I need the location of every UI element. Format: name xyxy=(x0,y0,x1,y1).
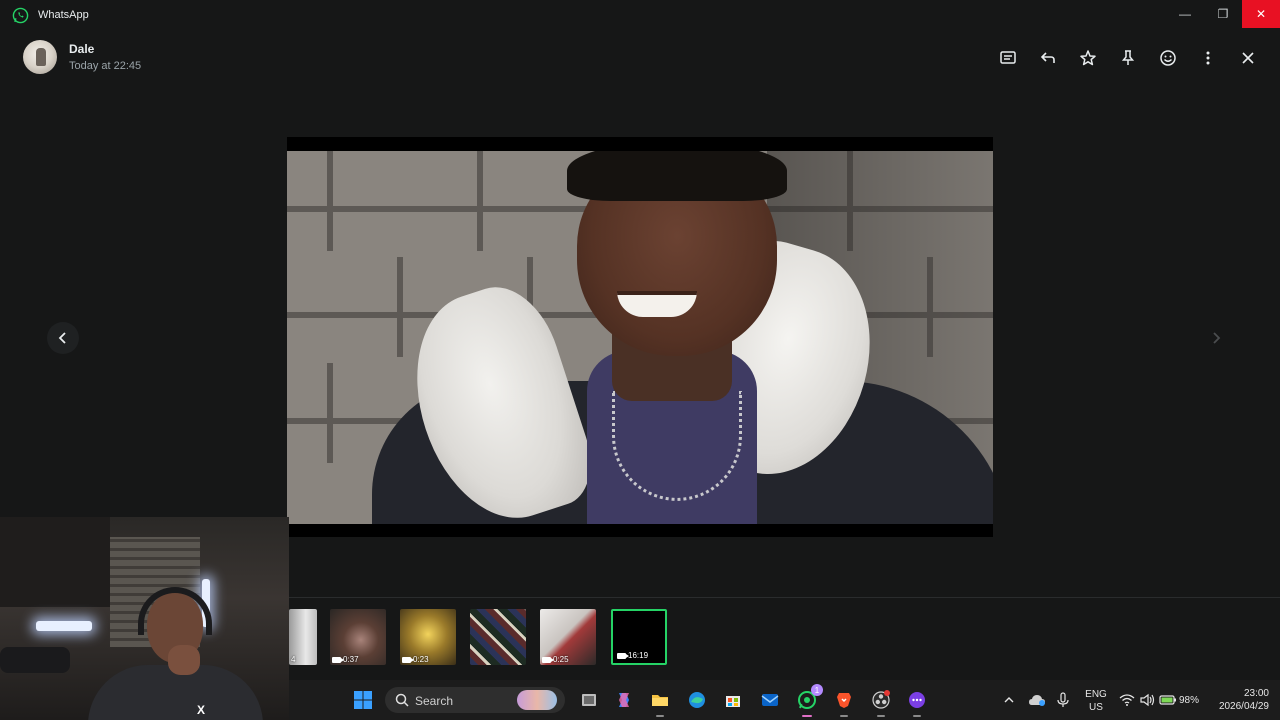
more-icon xyxy=(1206,51,1210,65)
shirt-logo: X xyxy=(197,703,206,717)
thumbnail[interactable] xyxy=(470,609,526,665)
chevron-right-icon xyxy=(1213,332,1221,344)
taskbar: Search 1 ENG US 98% 23:00 2026/04/29 xyxy=(289,680,1280,720)
edge-icon xyxy=(689,692,705,708)
video-icon xyxy=(402,656,414,663)
previous-media-button[interactable] xyxy=(47,322,79,354)
thumbnail-duration: 0:23 xyxy=(413,655,429,664)
close-icon xyxy=(1242,52,1254,64)
obs-button[interactable] xyxy=(869,688,893,717)
thumbnail-duration: 16:19 xyxy=(628,651,649,660)
edge-button[interactable] xyxy=(685,688,709,712)
search-highlight-icon xyxy=(517,690,557,710)
language-line2: US xyxy=(1089,702,1103,713)
close-viewer-button[interactable] xyxy=(1236,46,1260,70)
minimize-button[interactable]: — xyxy=(1166,0,1204,28)
maximize-button[interactable]: ❐ xyxy=(1204,0,1242,28)
app-title: WhatsApp xyxy=(38,9,89,21)
brave-button[interactable] xyxy=(832,688,856,717)
clock-date: 2026/04/29 xyxy=(1218,701,1269,712)
next-media-button[interactable] xyxy=(1200,322,1232,354)
whatsapp-window: WhatsApp — ❐ ✕ Dale Today at 22:45 4 0:3… xyxy=(0,0,1280,720)
cloud-icon xyxy=(1029,695,1045,706)
copilot-button[interactable] xyxy=(612,688,636,712)
sender-time: Today at 22:45 xyxy=(69,60,142,72)
thumbnail-duration: 0:25 xyxy=(553,655,569,664)
search-icon xyxy=(395,693,409,707)
onedrive-button[interactable] xyxy=(1025,688,1049,712)
sender-name[interactable]: Dale xyxy=(69,42,94,56)
thumbnail[interactable]: 4 xyxy=(289,609,317,665)
thumbnail[interactable]: 0:37 xyxy=(330,609,386,665)
video-icon xyxy=(332,656,344,663)
microphone-icon xyxy=(1057,692,1069,707)
whatsapp-logo-icon xyxy=(12,7,29,24)
close-window-button[interactable]: ✕ xyxy=(1242,0,1280,28)
video-frame xyxy=(287,151,993,524)
thumbnail-label: 4 xyxy=(291,655,296,664)
folder-icon xyxy=(652,695,668,706)
outlook-icon xyxy=(761,694,779,706)
outlook-button[interactable] xyxy=(758,688,782,712)
show-hidden-icons-button[interactable] xyxy=(997,688,1021,712)
whatsapp-unread-badge: 1 xyxy=(811,684,823,696)
chevron-up-icon xyxy=(1004,697,1014,703)
clock[interactable]: 23:00 2026/04/29 xyxy=(1207,687,1269,713)
emoji-icon xyxy=(1160,50,1176,66)
store-icon xyxy=(726,696,740,707)
reply-icon xyxy=(1040,52,1055,63)
star-icon xyxy=(1080,50,1096,66)
pin-button[interactable] xyxy=(1116,46,1140,70)
title-bar: WhatsApp — ❐ ✕ xyxy=(0,0,1280,30)
video-icon xyxy=(542,656,554,663)
windows-icon xyxy=(354,691,372,709)
sender-avatar[interactable] xyxy=(23,40,57,74)
thumbnail[interactable]: 0:25 xyxy=(540,609,596,665)
react-button[interactable] xyxy=(1156,46,1180,70)
whatsapp-taskbar-button[interactable]: 1 xyxy=(795,684,823,717)
microphone-button[interactable] xyxy=(1051,688,1075,712)
messenger-button[interactable] xyxy=(905,688,929,717)
copilot-icon xyxy=(619,693,629,707)
wifi-icon xyxy=(1119,694,1135,706)
volume-icon xyxy=(1140,693,1155,707)
message-icon xyxy=(1000,51,1016,64)
clock-time: 23:00 xyxy=(1243,688,1269,699)
task-view-icon xyxy=(582,694,596,706)
search-label: Search xyxy=(415,694,454,708)
video-icon xyxy=(617,652,629,659)
star-button[interactable] xyxy=(1076,46,1100,70)
store-button[interactable] xyxy=(721,688,745,712)
start-button[interactable] xyxy=(351,688,375,712)
thumbnail[interactable]: 0:23 xyxy=(400,609,456,665)
chevron-left-icon xyxy=(58,332,66,344)
task-view-button[interactable] xyxy=(577,688,601,712)
taskbar-search[interactable]: Search xyxy=(385,687,565,713)
pin-icon xyxy=(1121,50,1135,65)
language-line1: ENG xyxy=(1085,689,1107,700)
thumbnail-duration: 0:37 xyxy=(343,655,359,664)
media-player[interactable] xyxy=(287,137,993,537)
reply-button[interactable] xyxy=(1036,46,1060,70)
more-options-button[interactable] xyxy=(1196,46,1220,70)
battery-icon xyxy=(1159,695,1176,705)
thumbnail-selected[interactable]: 16:19 xyxy=(611,609,667,665)
language-indicator[interactable]: ENG US xyxy=(1084,688,1108,714)
webcam-overlay: X xyxy=(0,517,289,720)
file-explorer-button[interactable] xyxy=(648,688,672,717)
obs-icon xyxy=(872,690,890,709)
chat-app-icon xyxy=(909,692,925,708)
battery-percent: 98% xyxy=(1178,695,1199,706)
brave-icon xyxy=(837,693,851,708)
go-to-message-button[interactable] xyxy=(996,46,1020,70)
